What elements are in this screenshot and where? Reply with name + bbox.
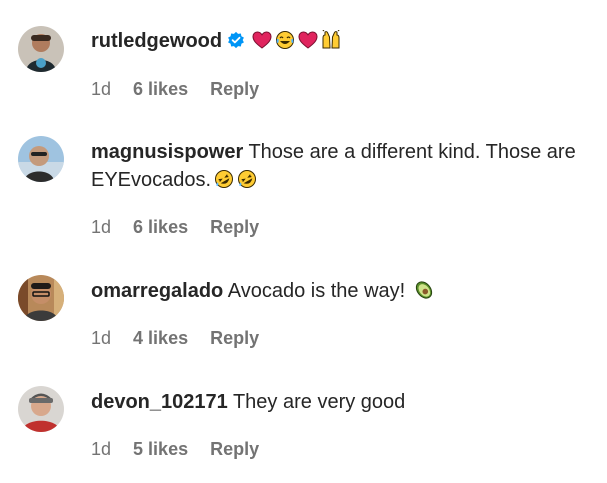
comment-username[interactable]: omarregalado [91, 280, 223, 302]
rolling-on-floor-laughing-emoji [215, 170, 234, 188]
reply-button[interactable]: Reply [210, 217, 259, 237]
comment-meta: 1d 4 likes Reply [91, 328, 276, 349]
avatar[interactable] [18, 275, 64, 321]
comment-time: 1d [91, 439, 112, 459]
red-heart-emoji [298, 31, 318, 49]
comment-username[interactable]: magnusispower [91, 141, 243, 163]
comments-list: rutledgewood 1d 6 likes Reply magnusispo… [0, 0, 607, 483]
raising-hands-emoji [322, 30, 340, 49]
tears-of-joy-emoji [276, 31, 295, 49]
comment-time: 1d [91, 217, 112, 237]
comment-username[interactable]: rutledgewood [91, 30, 222, 52]
likes-count[interactable]: 5 likes [133, 439, 188, 459]
comment-text: Avocado is the way! [227, 280, 406, 302]
comment-time: 1d [91, 79, 112, 99]
avatar[interactable] [18, 386, 64, 432]
verified-badge-icon [228, 31, 245, 49]
avocado-emoji [415, 281, 432, 299]
comment-meta: 1d 5 likes Reply [91, 439, 276, 460]
comment-username[interactable]: devon_102171 [91, 391, 228, 413]
comment-text: They are very good [232, 391, 406, 413]
red-heart-emoji [252, 31, 272, 49]
comment-time: 1d [91, 328, 112, 348]
comment-meta: 1d 6 likes Reply [91, 79, 276, 100]
avatar[interactable] [18, 136, 64, 182]
comment-meta: 1d 6 likes Reply [91, 217, 276, 238]
reply-button[interactable]: Reply [210, 79, 259, 99]
reply-button[interactable]: Reply [210, 328, 259, 348]
likes-count[interactable]: 4 likes [133, 328, 188, 348]
rolling-on-floor-laughing-emoji [238, 170, 257, 188]
likes-count[interactable]: 6 likes [133, 79, 188, 99]
avatar[interactable] [18, 26, 64, 72]
reply-button[interactable]: Reply [210, 439, 259, 459]
likes-count[interactable]: 6 likes [133, 217, 188, 237]
